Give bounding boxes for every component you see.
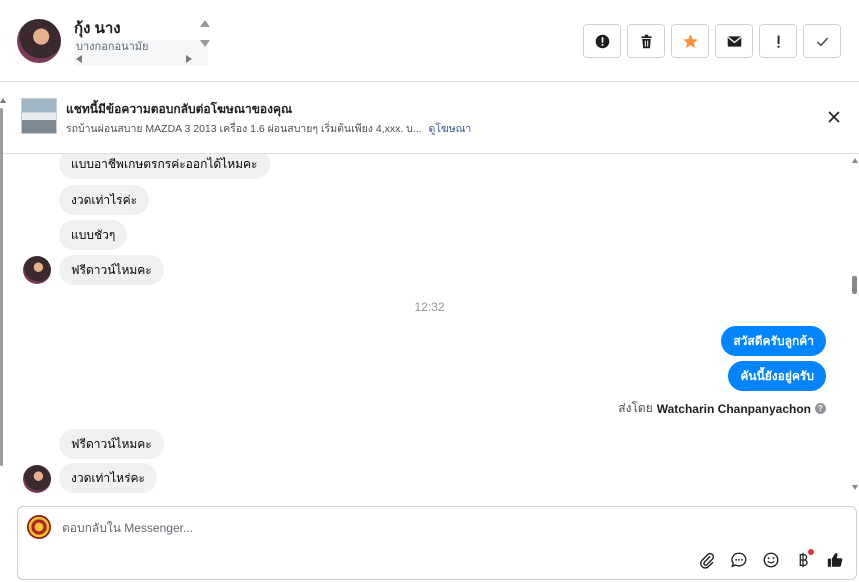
- ad-description-text: รถบ้านผ่อนสบาย MAZDA 3 2013 เครื่อง 1.6 …: [66, 123, 422, 135]
- composer-tools: [696, 549, 846, 571]
- mark-unread-button[interactable]: [715, 24, 753, 58]
- notification-dot: [808, 549, 814, 555]
- exclamation-icon: [777, 35, 780, 48]
- attach-button[interactable]: [696, 549, 718, 571]
- left-scroll-up-arrow-icon[interactable]: [0, 98, 6, 103]
- conversation-header: กุ้ง นาง บางกอกอนามัย: [0, 0, 859, 82]
- thread-scrollbar[interactable]: [851, 154, 859, 496]
- page-avatar: [27, 515, 51, 539]
- incoming-message[interactable]: แบบชัวๆ: [59, 220, 128, 250]
- incoming-message[interactable]: งวดเท่าไรค่ะ: [59, 185, 150, 215]
- header-actions: [583, 24, 841, 58]
- saved-replies-button[interactable]: [728, 549, 750, 571]
- delete-button[interactable]: [627, 24, 665, 58]
- incoming-message[interactable]: ฟรีดาวน์ไหมคะ: [59, 255, 164, 285]
- subtitle-scrollbar[interactable]: [198, 18, 210, 52]
- emoji-button[interactable]: [760, 549, 782, 571]
- close-icon[interactable]: [827, 110, 841, 124]
- thumbs-up-icon: [827, 553, 843, 567]
- scroll-up-arrow-icon[interactable]: [200, 20, 210, 27]
- contact-name[interactable]: กุ้ง นาง: [74, 16, 121, 40]
- incoming-message[interactable]: งวดเท่าไหร่คะ: [59, 463, 158, 493]
- alert-circle-icon: [595, 34, 609, 48]
- scroll-up-arrow-icon[interactable]: [852, 158, 858, 163]
- report-button[interactable]: [583, 24, 621, 58]
- scroll-right-arrow-icon[interactable]: [186, 55, 192, 63]
- star-icon: [682, 33, 698, 48]
- message-timestamp: 12:32: [414, 300, 445, 314]
- contact-avatar-small: [23, 256, 51, 284]
- ad-thumbnail[interactable]: [21, 98, 57, 134]
- paperclip-icon: [700, 552, 715, 569]
- outgoing-message[interactable]: คันนี้ยังอยู่ครับ: [728, 361, 826, 391]
- ad-reply-banner: แชทนี้มีข้อความตอบกลับต่อโฆษณาของคุณ รถบ…: [0, 82, 859, 154]
- outgoing-message[interactable]: สวัสดีครับลูกค้า: [721, 326, 826, 356]
- chat-bubble-icon: [731, 552, 747, 568]
- scroll-left-arrow-icon[interactable]: [76, 55, 82, 63]
- like-button[interactable]: [824, 549, 846, 571]
- scrollbar-thumb[interactable]: [852, 276, 857, 294]
- follow-up-button[interactable]: [759, 24, 797, 58]
- envelope-icon: [727, 35, 741, 47]
- checkmark-icon: [816, 37, 828, 46]
- reply-composer: [17, 506, 857, 580]
- incoming-message[interactable]: ฟรีดาวน์ไหมคะ: [59, 429, 164, 459]
- star-button[interactable]: [671, 24, 709, 58]
- incoming-message[interactable]: แบบอาชีพเกษตรกรค่ะออกได้ไหมคะ: [59, 154, 270, 179]
- ad-banner-description: รถบ้านผ่อนสบาย MAZDA 3 2013 เครื่อง 1.6 …: [66, 120, 471, 137]
- scroll-down-arrow-icon[interactable]: [200, 40, 210, 47]
- message-thread[interactable]: แบบอาชีพเกษตรกรค่ะออกได้ไหมคะ งวดเท่าไรค…: [0, 154, 859, 496]
- trash-icon: [640, 34, 652, 48]
- view-ad-link[interactable]: ดูโฆษณา: [429, 123, 472, 135]
- emoji-icon: [763, 552, 779, 568]
- sent-by-label: ส่งโดย: [618, 401, 653, 415]
- payment-button[interactable]: [792, 549, 814, 571]
- reply-input[interactable]: [62, 517, 662, 539]
- contact-subtitle: บางกอกอนามัย: [76, 41, 149, 53]
- help-icon[interactable]: ?: [815, 403, 826, 414]
- contact-avatar-small: [23, 465, 51, 493]
- contact-avatar[interactable]: [17, 19, 61, 63]
- scroll-down-arrow-icon[interactable]: [852, 485, 858, 490]
- sent-by-line: ส่งโดย Watcharin Chanpanyachon ?: [618, 399, 826, 418]
- sender-name: Watcharin Chanpanyachon: [656, 401, 811, 416]
- mark-done-button[interactable]: [803, 24, 841, 58]
- ad-banner-title: แชทนี้มีข้อความตอบกลับต่อโฆษณาของคุณ: [66, 102, 293, 116]
- subtitle-horizontal-scrollbar[interactable]: [76, 54, 192, 64]
